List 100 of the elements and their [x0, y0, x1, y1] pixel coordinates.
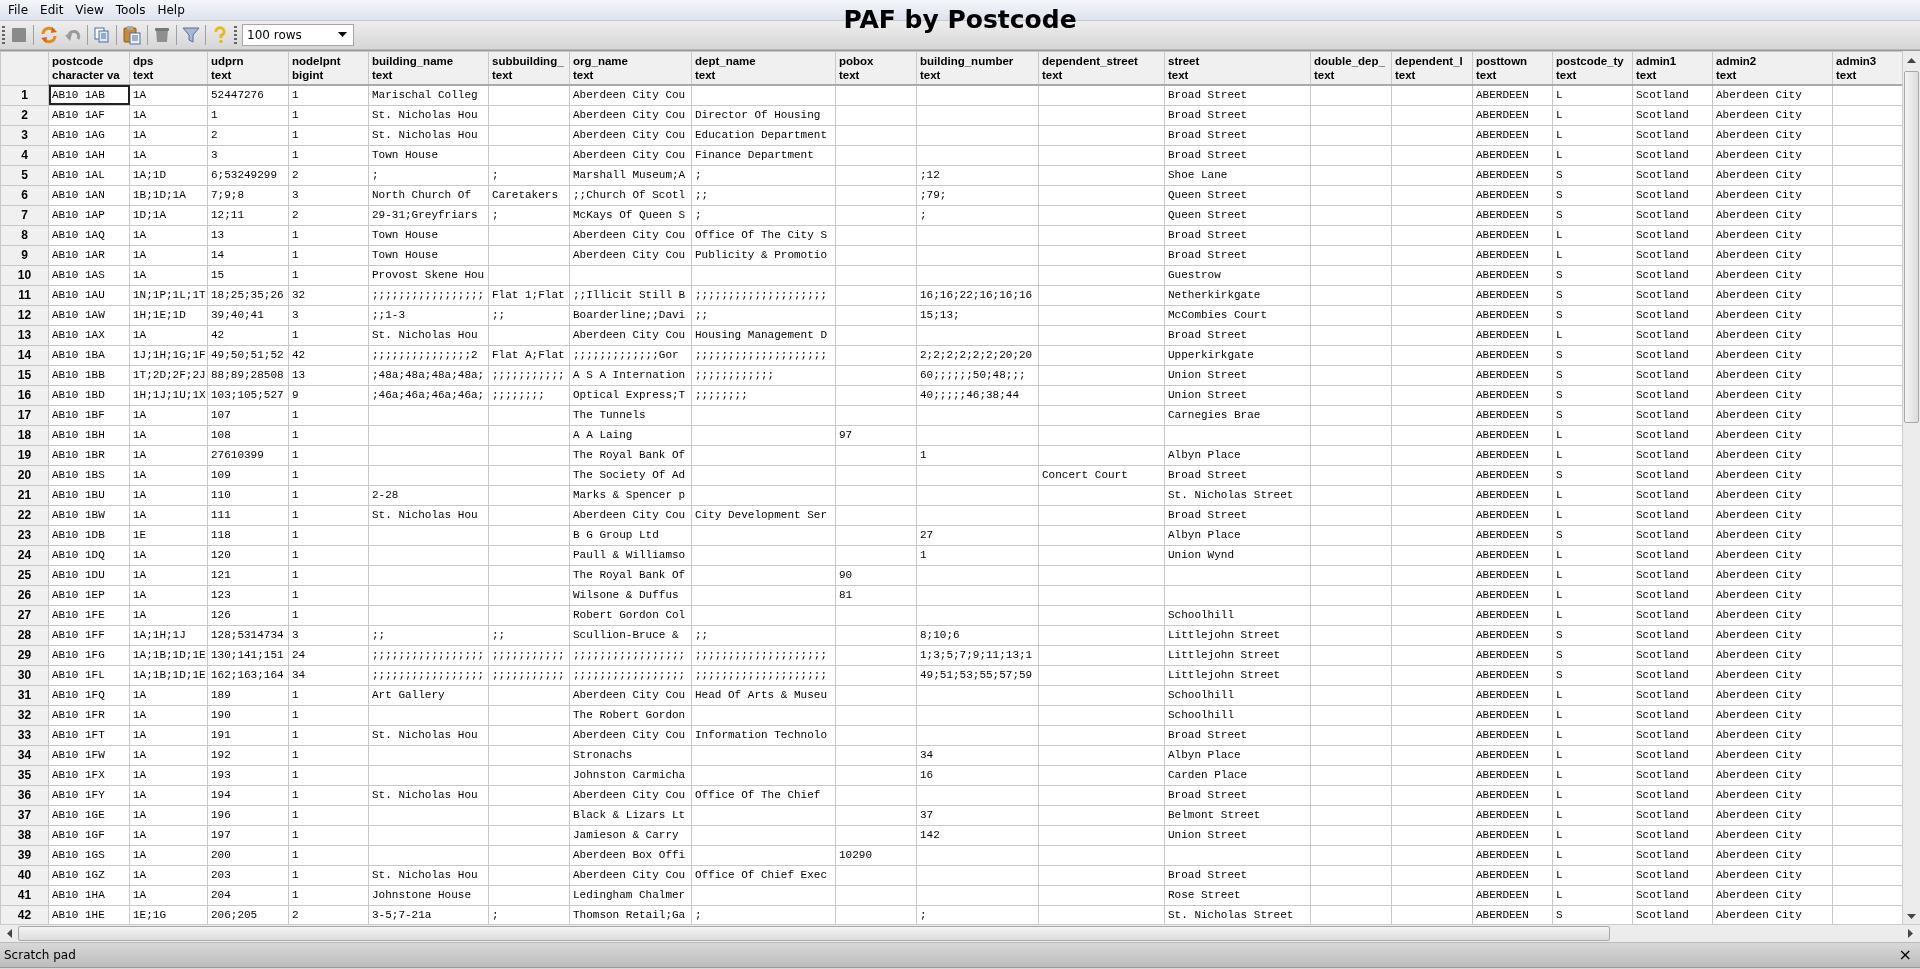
- table-cell: ABERDEEN: [1472, 845, 1553, 865]
- row-header[interactable]: 16: [0, 385, 49, 405]
- right-arrow-icon[interactable]: [1908, 929, 1914, 938]
- table-cell: Scotland: [1632, 85, 1713, 105]
- menu-item[interactable]: Help: [153, 3, 189, 17]
- table-cell: Scotland: [1632, 305, 1713, 325]
- table-cell: Scotland: [1632, 885, 1713, 905]
- row-header[interactable]: 2: [0, 105, 49, 125]
- row-header[interactable]: 41: [0, 885, 49, 905]
- scrollbar-thumb[interactable]: [18, 926, 1610, 941]
- row-header[interactable]: 37: [0, 805, 49, 825]
- row-header[interactable]: 17: [0, 405, 49, 425]
- refresh-icon[interactable]: [39, 25, 59, 45]
- paste-icon[interactable]: [122, 25, 142, 45]
- column-header[interactable]: double_dep_ text: [1310, 51, 1392, 85]
- row-header[interactable]: 13: [0, 325, 49, 345]
- row-header[interactable]: 3: [0, 125, 49, 145]
- down-arrow-icon[interactable]: [1907, 914, 1916, 920]
- row-header[interactable]: 6: [0, 185, 49, 205]
- table-cell: 49;51;53;55;57;59: [916, 665, 1039, 685]
- left-arrow-icon[interactable]: [6, 929, 12, 938]
- table-cell: Scotland: [1632, 545, 1713, 565]
- column-header[interactable]: street text: [1164, 51, 1311, 85]
- column-header[interactable]: admin2 text: [1712, 51, 1833, 85]
- row-header[interactable]: 26: [0, 585, 49, 605]
- column-header[interactable]: postcode character va: [48, 51, 130, 85]
- table-cell: AB10 1FW: [48, 745, 130, 765]
- row-header[interactable]: 9: [0, 245, 49, 265]
- column-header[interactable]: admin1 text: [1632, 51, 1713, 85]
- toolbar-grip[interactable]: [234, 26, 237, 44]
- horizontal-scrollbar[interactable]: [0, 924, 1920, 943]
- toolbar-grip[interactable]: [2, 26, 5, 44]
- scrollbar-thumb[interactable]: [1904, 71, 1919, 423]
- table-cell: AB10 1BS: [48, 465, 130, 485]
- column-header[interactable]: pobox text: [835, 51, 917, 85]
- row-header[interactable]: 38: [0, 825, 49, 845]
- row-header[interactable]: 21: [0, 485, 49, 505]
- row-header[interactable]: 31: [0, 685, 49, 705]
- column-header[interactable]: building_number text: [916, 51, 1039, 85]
- vertical-scrollbar[interactable]: [1902, 51, 1920, 924]
- table-cell: L: [1552, 825, 1633, 845]
- menu-item[interactable]: Tools: [111, 3, 150, 17]
- row-header[interactable]: 23: [0, 525, 49, 545]
- row-header[interactable]: 32: [0, 705, 49, 725]
- column-header[interactable]: building_name text: [368, 51, 489, 85]
- row-header[interactable]: 11: [0, 285, 49, 305]
- row-header[interactable]: 28: [0, 625, 49, 645]
- row-header[interactable]: 29: [0, 645, 49, 665]
- close-button[interactable]: ×: [1894, 947, 1916, 963]
- row-header[interactable]: 35: [0, 765, 49, 785]
- column-header[interactable]: admin3 text: [1832, 51, 1902, 85]
- column-header[interactable]: posttown text: [1472, 51, 1553, 85]
- row-header[interactable]: 18: [0, 425, 49, 445]
- table-cell: Albyn Place: [1164, 745, 1311, 765]
- square-icon[interactable]: [10, 26, 28, 44]
- column-header[interactable]: udprn text: [207, 51, 289, 85]
- row-header[interactable]: 10: [0, 265, 49, 285]
- table-cell: AB10 1BU: [48, 485, 130, 505]
- row-header[interactable]: 39: [0, 845, 49, 865]
- table-cell: ;;;;;;;;;;;: [488, 665, 570, 685]
- column-header[interactable]: nodelpnt bigint: [288, 51, 369, 85]
- menu-item[interactable]: Edit: [36, 3, 68, 17]
- column-header[interactable]: dps text: [129, 51, 208, 85]
- row-header[interactable]: 19: [0, 445, 49, 465]
- row-header[interactable]: 14: [0, 345, 49, 365]
- row-header[interactable]: 33: [0, 725, 49, 745]
- column-header[interactable]: subbuilding_ text: [488, 51, 570, 85]
- column-header[interactable]: postcode_ty text: [1552, 51, 1633, 85]
- row-header[interactable]: 40: [0, 865, 49, 885]
- row-header[interactable]: 15: [0, 365, 49, 385]
- filter-icon[interactable]: [182, 26, 200, 44]
- table-cell: ABERDEEN: [1472, 645, 1553, 665]
- copy-icon[interactable]: [93, 26, 111, 44]
- row-header[interactable]: 25: [0, 565, 49, 585]
- row-header[interactable]: 34: [0, 745, 49, 765]
- rows-dropdown[interactable]: 100 rows: [242, 24, 354, 46]
- column-header[interactable]: dependent_street text: [1038, 51, 1165, 85]
- column-header[interactable]: dependent_l text: [1391, 51, 1473, 85]
- row-header[interactable]: 27: [0, 605, 49, 625]
- table-cell: Broad Street: [1164, 785, 1311, 805]
- row-header[interactable]: 12: [0, 305, 49, 325]
- row-header[interactable]: 7: [0, 205, 49, 225]
- table-cell: AB10 1AN: [48, 185, 130, 205]
- menu-item[interactable]: File: [4, 3, 33, 17]
- bin-icon[interactable]: [153, 26, 171, 44]
- column-header[interactable]: org_name text: [569, 51, 692, 85]
- table-cell: 7;9;8: [207, 185, 289, 205]
- row-header[interactable]: 22: [0, 505, 49, 525]
- row-header[interactable]: 20: [0, 465, 49, 485]
- row-header[interactable]: 1: [0, 85, 49, 105]
- row-header[interactable]: 36: [0, 785, 49, 805]
- row-header[interactable]: 24: [0, 545, 49, 565]
- table-cell: 1: [288, 445, 369, 465]
- row-header[interactable]: 8: [0, 225, 49, 245]
- up-arrow-icon[interactable]: [1907, 57, 1916, 63]
- row-header[interactable]: 5: [0, 165, 49, 185]
- row-header[interactable]: 30: [0, 665, 49, 685]
- row-header[interactable]: 4: [0, 145, 49, 165]
- column-header[interactable]: dept_name text: [691, 51, 836, 85]
- menu-item[interactable]: View: [71, 3, 108, 17]
